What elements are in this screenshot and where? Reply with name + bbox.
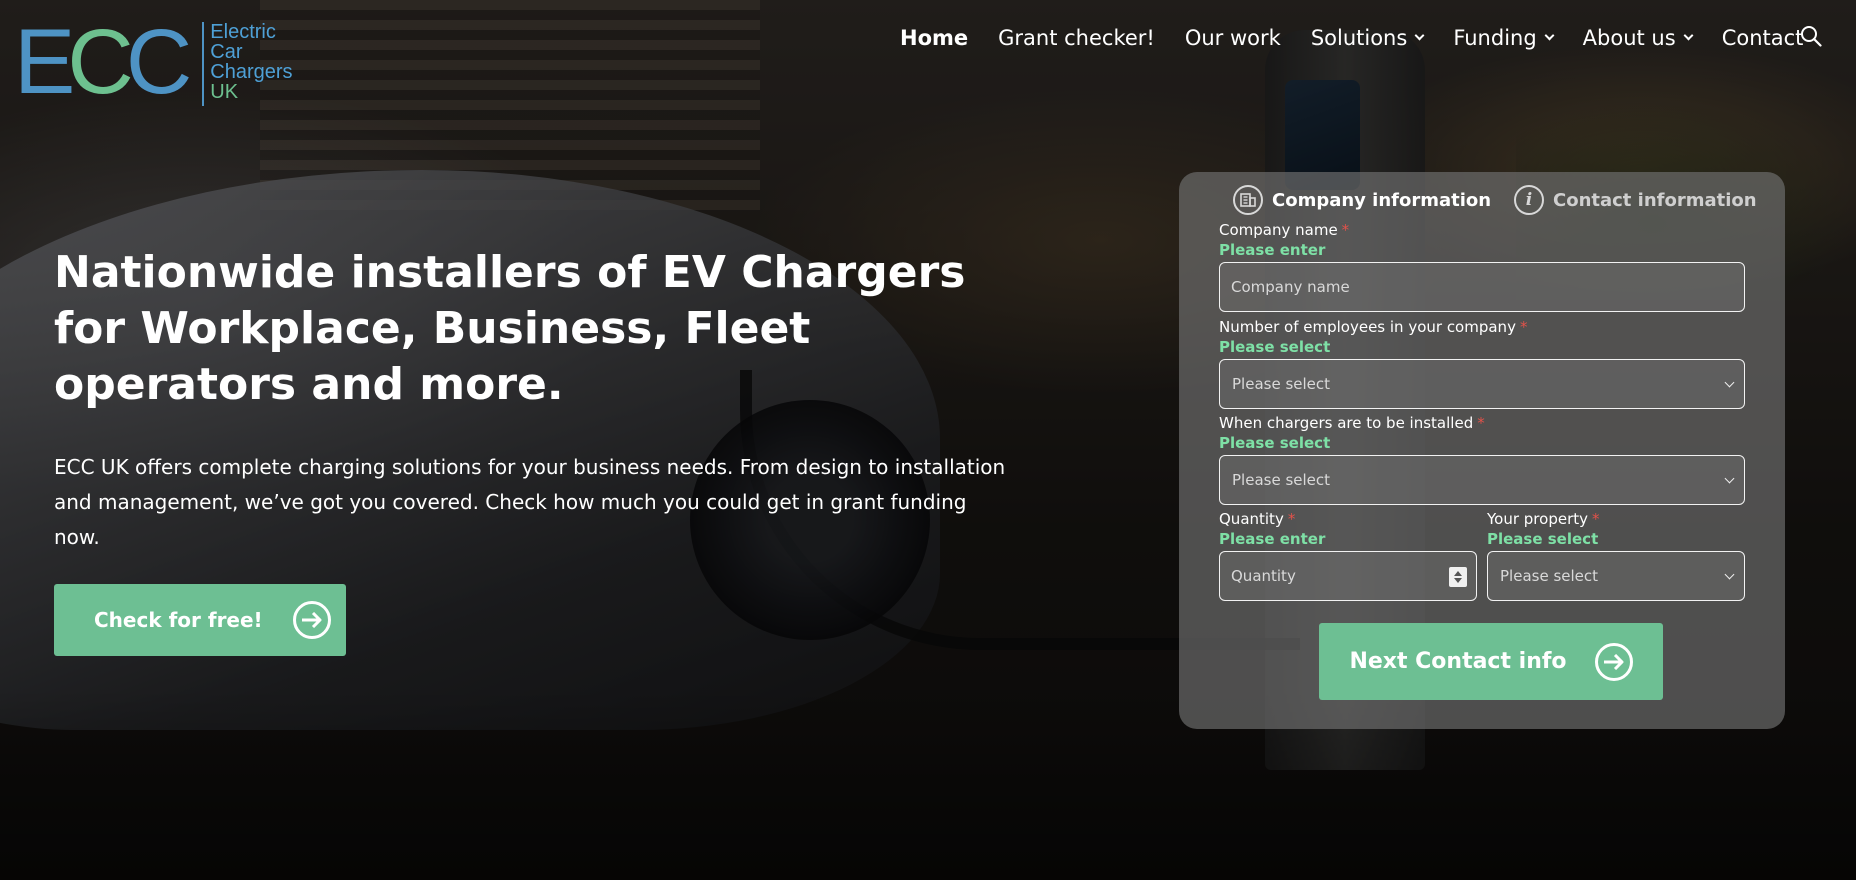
- chevron-down-icon: [1724, 377, 1735, 388]
- required-marker: *: [1592, 510, 1600, 528]
- chevron-down-icon: [1724, 569, 1735, 580]
- logo-word: Car: [210, 41, 243, 63]
- chevron-down-icon: [1683, 30, 1694, 41]
- employees-select[interactable]: Please select: [1219, 359, 1745, 409]
- logo-word: Chargers: [210, 61, 293, 83]
- nav-label: Our work: [1184, 26, 1281, 50]
- install-time-hint: Please select: [1219, 434, 1331, 452]
- input-placeholder: Quantity: [1231, 567, 1296, 585]
- quantity-hint: Please enter: [1219, 530, 1326, 548]
- select-value: Please select: [1232, 471, 1331, 489]
- logo-wordmark: Electric Car Chargers UK: [210, 22, 292, 102]
- employees-hint: Please select: [1219, 338, 1331, 356]
- hero-title: Nationwide installers of EV Chargers for…: [54, 247, 966, 410]
- select-value: Please select: [1232, 375, 1331, 393]
- logo-letter-c: C: [125, 11, 193, 113]
- select-value: Please select: [1500, 567, 1599, 585]
- nav-funding[interactable]: Funding: [1453, 26, 1555, 50]
- employees-label: Number of employees in your company *: [1219, 318, 1527, 336]
- check-for-free-button[interactable]: Check for free!: [54, 584, 346, 656]
- chevron-down-icon: [1414, 30, 1425, 41]
- company-name-input[interactable]: Company name: [1219, 262, 1745, 312]
- required-marker: *: [1477, 414, 1485, 432]
- quantity-input[interactable]: Quantity: [1219, 551, 1477, 601]
- nav-label: Funding: [1453, 26, 1537, 50]
- logo-divider: [202, 22, 205, 106]
- required-marker: *: [1287, 510, 1296, 528]
- logo-word: Electric: [210, 21, 276, 43]
- hero-description: ECC UK offers complete charging solution…: [54, 455, 1006, 549]
- required-marker: *: [1341, 221, 1350, 239]
- logo-word: UK: [210, 81, 239, 103]
- info-icon: i: [1514, 185, 1544, 215]
- next-contact-info-button[interactable]: Next Contact info: [1319, 623, 1663, 700]
- nav-grant-checker[interactable]: Grant checker!: [998, 26, 1155, 50]
- button-label: Next Contact info: [1349, 649, 1567, 674]
- nav-label: Contact: [1721, 26, 1804, 50]
- step-company-information[interactable]: Company information: [1233, 185, 1491, 215]
- company-name-label: Company name *: [1219, 221, 1349, 239]
- arrow-right-icon: [292, 601, 331, 639]
- building-icon: [1233, 185, 1263, 215]
- chevron-down-icon: [1724, 473, 1735, 484]
- logo-monogram: ECC: [14, 16, 192, 108]
- chevron-down-icon: [1544, 30, 1555, 41]
- property-select[interactable]: Please select: [1487, 551, 1745, 601]
- property-label: Your property *: [1487, 510, 1600, 528]
- label-text: Company name: [1219, 221, 1338, 239]
- nav-label: Grant checker!: [998, 26, 1155, 50]
- nav-our-work[interactable]: Our work: [1185, 26, 1281, 50]
- site-logo[interactable]: ECC Electric Car Chargers UK: [14, 16, 293, 108]
- cta-label: Check for free!: [94, 608, 263, 632]
- nav-about-us[interactable]: About us: [1582, 26, 1694, 50]
- nav-label: Home: [900, 26, 969, 50]
- quantity-stepper[interactable]: [1449, 567, 1467, 587]
- stepper-up-icon: [1454, 571, 1462, 576]
- nav-label: About us: [1582, 26, 1676, 50]
- stepper-down-icon: [1454, 578, 1462, 583]
- label-text: Your property: [1487, 510, 1589, 528]
- nav-home[interactable]: Home: [900, 26, 968, 50]
- step-label: Company information: [1272, 189, 1492, 211]
- main-navigation: Home Grant checker! Our work Solutions F…: [900, 26, 1833, 50]
- step-label: Contact information: [1553, 189, 1757, 211]
- arrow-right-icon: [1594, 642, 1633, 681]
- install-time-select[interactable]: Please select: [1219, 455, 1745, 505]
- input-placeholder: Company name: [1231, 278, 1350, 296]
- logo-letter-c: C: [67, 11, 134, 113]
- grant-checker-form: Company information i Contact informatio…: [1179, 172, 1785, 729]
- quantity-label: Quantity *: [1219, 510, 1295, 528]
- label-text: Quantity: [1219, 510, 1284, 528]
- logo-letter-e: E: [14, 11, 75, 113]
- search-icon[interactable]: [1800, 25, 1822, 47]
- nav-label: Solutions: [1310, 26, 1408, 50]
- label-text: Number of employees in your company: [1219, 318, 1516, 336]
- step-contact-information[interactable]: i Contact information: [1514, 185, 1757, 215]
- label-text: When chargers are to be installed: [1219, 414, 1474, 432]
- nav-contact[interactable]: Contact: [1722, 26, 1804, 50]
- property-hint: Please select: [1487, 530, 1599, 548]
- company-name-hint: Please enter: [1219, 241, 1326, 259]
- required-marker: *: [1519, 318, 1528, 336]
- install-time-label: When chargers are to be installed *: [1219, 414, 1485, 432]
- nav-solutions[interactable]: Solutions: [1310, 26, 1425, 50]
